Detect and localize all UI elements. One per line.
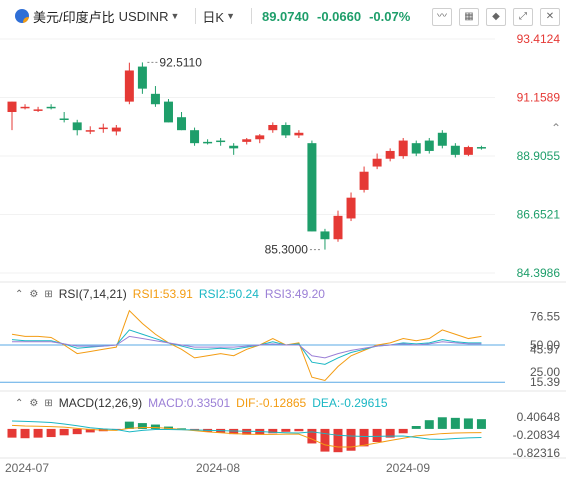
macd-tick-label: -0.82316 <box>513 446 561 460</box>
dif-value: DIF:-0.12865 <box>236 396 307 410</box>
rsi2-value: RSI2:50.24 <box>198 287 259 301</box>
chart-app: 美元/印度卢比 USDINR ▼ 日K ▼ 89.0740 -0.0660 -0… <box>0 0 566 480</box>
settings-icon[interactable]: ⚙ <box>29 289 38 300</box>
settings-icon[interactable]: ⚙ <box>29 398 38 409</box>
macd-dif-line <box>11 424 482 448</box>
candle-body <box>59 118 69 121</box>
candle-body <box>33 109 43 111</box>
macd-histogram-bar <box>437 417 447 429</box>
candle-body <box>85 130 95 132</box>
hide-icon[interactable]: ⌃ <box>15 289 23 300</box>
macd-histogram-bar <box>7 428 17 438</box>
candle-body <box>255 135 265 140</box>
collapse-panel-icon: ⌃ <box>551 121 561 135</box>
macd-value: MACD:0.33501 <box>148 396 231 410</box>
candle-body <box>216 140 226 143</box>
candle-body <box>20 106 30 109</box>
dea-value: DEA:-0.29615 <box>312 396 388 410</box>
candle-body <box>163 101 173 123</box>
candle-body <box>307 143 317 232</box>
macd-histogram-bar <box>20 428 30 439</box>
macd-histogram-bar <box>72 428 82 435</box>
candle-body <box>294 132 304 136</box>
macd-histogram-bar <box>320 428 330 452</box>
price-tick-label: 84.3986 <box>517 266 561 280</box>
macd-histogram-bar <box>450 417 460 429</box>
high-annotation: 92.5110 <box>159 55 202 69</box>
candle-body <box>385 150 395 159</box>
candle-body <box>372 158 382 167</box>
candle-body <box>72 122 82 131</box>
candle-body <box>424 140 434 151</box>
rsi-tick-label: 76.55 <box>530 309 560 323</box>
candle-body <box>190 130 200 144</box>
price-tick-label: 91.1589 <box>517 91 561 105</box>
macd-tick-label: -0.20834 <box>513 428 561 442</box>
candle-body <box>111 127 121 132</box>
candle-body <box>124 70 134 102</box>
price-tick-label: 88.9055 <box>517 149 561 163</box>
low-annotation: 85.3000 <box>265 243 309 257</box>
macd-histogram-bar <box>294 428 304 432</box>
candle-body <box>398 140 408 157</box>
candle-body <box>333 215 343 240</box>
macd-histogram-bar <box>398 428 408 434</box>
x-tick-label: 2024-09 <box>386 461 430 475</box>
rsi-line-1 <box>11 309 482 382</box>
rsi-title: RSI(7,14,21) <box>58 287 127 301</box>
macd-histogram-bar <box>33 428 43 438</box>
rsi3-value: RSI3:49.20 <box>264 287 325 301</box>
add-icon[interactable]: ⊞ <box>44 398 52 409</box>
rsi-header: ⌃ ⚙ ⊞ RSI(7,14,21) RSI1:53.91 RSI2:50.24… <box>0 286 566 302</box>
candle-body <box>476 147 486 149</box>
candle-body <box>281 124 291 136</box>
candle-body <box>203 141 213 144</box>
macd-histogram-bar <box>46 428 56 438</box>
x-tick-label: 2024-07 <box>5 461 49 475</box>
macd-header: ⌃ ⚙ ⊞ MACD(12,26,9) MACD:0.33501 DIF:-0.… <box>0 395 566 411</box>
add-icon[interactable]: ⊞ <box>44 289 52 300</box>
candle-body <box>46 106 56 109</box>
macd-histogram-bar <box>411 426 421 429</box>
candle-body <box>437 132 447 146</box>
candle-body <box>177 117 187 131</box>
macd-histogram-bar <box>150 424 160 429</box>
candle-body <box>463 147 473 155</box>
candle-body <box>450 145 460 155</box>
macd-histogram-bar <box>424 420 434 429</box>
candle-body <box>7 101 17 113</box>
macd-tick-label: 0.40648 <box>517 410 561 424</box>
candle-body <box>242 139 252 142</box>
macd-histogram-bar <box>359 428 369 447</box>
candle-body <box>320 231 330 240</box>
candle-body <box>98 127 108 130</box>
candle-body <box>229 145 239 149</box>
candle-body <box>150 93 160 105</box>
price-tick-label: 86.6521 <box>517 207 561 221</box>
macd-title: MACD(12,26,9) <box>58 396 143 410</box>
macd-histogram-bar <box>281 428 291 432</box>
candle-body <box>411 143 421 154</box>
x-tick-label: 2024-08 <box>196 461 240 475</box>
macd-histogram-bar <box>372 428 382 442</box>
rsi-line-2 <box>11 329 482 365</box>
macd-histogram-bar <box>59 428 69 436</box>
rsi-tick-label: 45.97 <box>530 342 560 356</box>
macd-histogram-bar <box>333 428 343 453</box>
rsi1-value: RSI1:53.91 <box>132 287 193 301</box>
hide-icon[interactable]: ⌃ <box>15 398 23 409</box>
candle-body <box>359 171 369 190</box>
macd-histogram-bar <box>307 428 317 444</box>
candle-body <box>346 197 356 219</box>
candle-body <box>137 66 147 89</box>
candle-body <box>268 124 278 131</box>
macd-histogram-bar <box>463 418 473 429</box>
price-tick-label: 93.4124 <box>517 32 561 46</box>
rsi-tick-label: 15.39 <box>530 375 560 389</box>
macd-histogram-bar <box>346 428 356 451</box>
macd-histogram-bar <box>476 419 486 429</box>
